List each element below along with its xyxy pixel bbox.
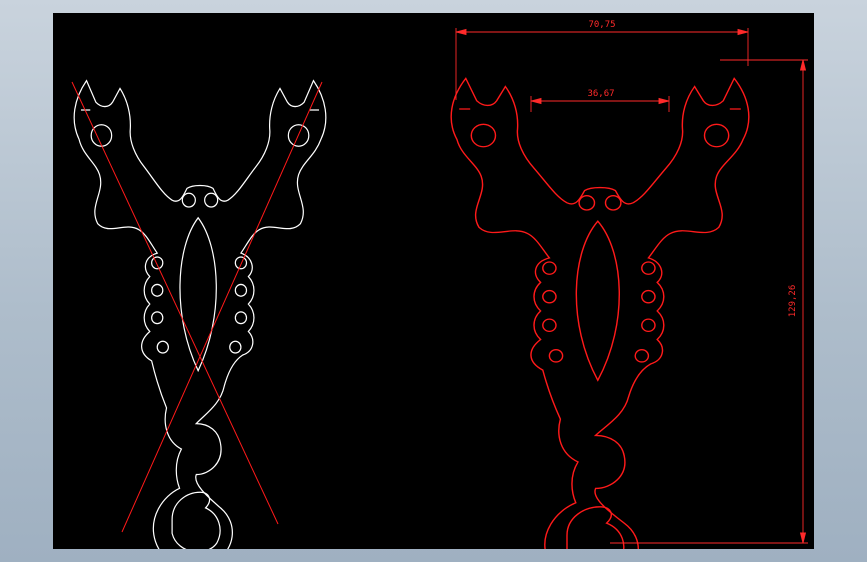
- dimension-overall-height-label: 129,26: [788, 285, 798, 318]
- right-view: 70,75 36,67 129,26: [450, 20, 808, 549]
- right-slingshot-outline: [450, 77, 750, 549]
- cad-viewport[interactable]: 70,75 36,67 129,26: [53, 13, 814, 549]
- dimension-overall-width-label: 70,75: [588, 20, 615, 30]
- left-view: [71, 79, 327, 549]
- dimension-overall-height: [610, 59, 808, 544]
- left-slingshot-outline: [73, 79, 327, 549]
- cross-line-1: [71, 81, 279, 525]
- cross-line-2: [121, 81, 323, 533]
- dimension-inner-width-label: 36,67: [587, 89, 614, 99]
- cad-drawing: 70,75 36,67 129,26: [71, 20, 808, 549]
